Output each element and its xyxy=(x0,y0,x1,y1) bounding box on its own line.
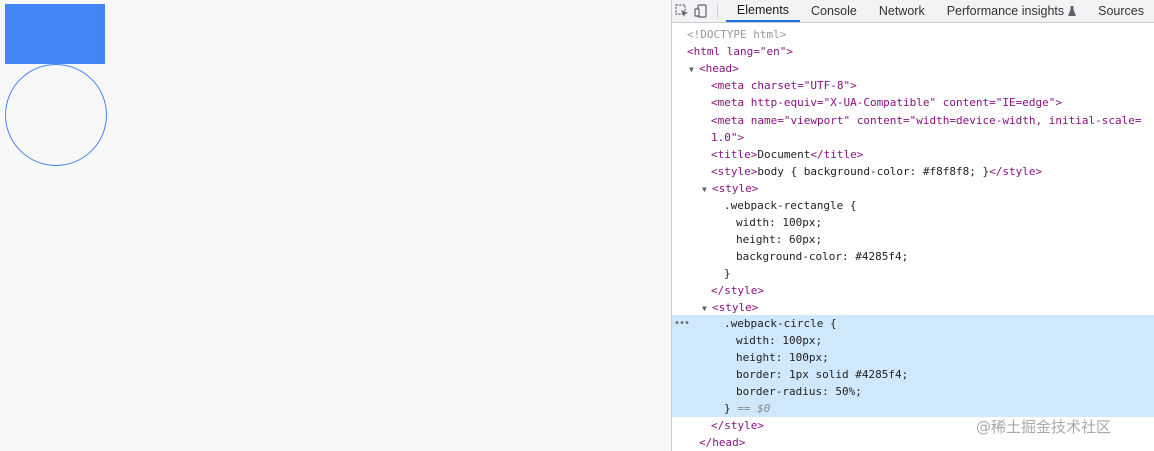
devtools-tabbar: Elements Console Network Performance ins… xyxy=(672,0,1154,23)
meta-charset-tag: <meta charset="UTF-8"> xyxy=(711,79,857,92)
inspect-element-icon[interactable] xyxy=(672,0,692,22)
more-options-icon[interactable]: ••• xyxy=(674,315,690,332)
style1-open-tag: <style> xyxy=(712,182,759,195)
devtools-panel: Elements Console Network Performance ins… xyxy=(671,0,1154,451)
expand-triangle-icon[interactable]: ▼ xyxy=(689,61,699,78)
css-rule-text: height: 100px; xyxy=(736,351,829,364)
dom-line-meta-charset[interactable]: <meta charset="UTF-8"> xyxy=(672,77,1154,94)
webpack-rectangle xyxy=(5,4,105,64)
css-rule-text: width: 100px; xyxy=(736,334,823,347)
dom-line-doctype[interactable]: <!DOCTYPE html> xyxy=(672,26,1154,43)
css-rule-line[interactable]: width: 100px; xyxy=(672,332,1154,349)
dom-line-meta-compat[interactable]: <meta http-equiv="X-UA-Compatible" conte… xyxy=(672,94,1154,111)
watermark: @稀土掘金技术社区 xyxy=(976,418,1112,436)
page-viewport xyxy=(0,0,671,451)
dom-line-title[interactable]: <title>Document</title> xyxy=(672,146,1154,163)
style-inline-text: body { background-color: #f8f8f8; } xyxy=(757,165,990,178)
css-rule-text: width: 100px; xyxy=(736,216,823,229)
css-rule-line[interactable]: width: 100px; xyxy=(672,214,1154,231)
title-open-tag: <title> xyxy=(711,148,758,161)
title-text: Document xyxy=(757,148,811,161)
toolbar-separator xyxy=(717,4,718,18)
css-rule-text: border: 1px solid #4285f4; xyxy=(736,368,909,381)
style2-open-tag: <style> xyxy=(712,301,759,314)
tab-network[interactable]: Network xyxy=(868,0,936,22)
css-rule-text: border-radius: 50%; xyxy=(736,385,862,398)
dom-line-meta-viewport-wrap[interactable]: 1.0"> xyxy=(672,129,1154,146)
style1-close-tag: </style> xyxy=(711,284,764,297)
css-rule-line[interactable]: border: 1px solid #4285f4; xyxy=(672,366,1154,383)
tab-elements[interactable]: Elements xyxy=(725,0,800,22)
css-rule-line[interactable]: height: 100px; xyxy=(672,349,1154,366)
title-close-tag: </title> xyxy=(810,148,864,161)
css-brace: } xyxy=(724,267,731,280)
meta-compat-tag: <meta http-equiv="X-UA-Compatible" conte… xyxy=(711,96,1062,109)
css-rule-text: height: 60px; xyxy=(736,233,823,246)
meta-viewport-tag-end: 1.0"> xyxy=(711,131,745,144)
head-close-tag: </head> xyxy=(699,436,746,449)
css-brace: } xyxy=(724,402,731,415)
dom-line-html[interactable]: <html lang="en"> xyxy=(672,43,1154,60)
style2-close-tag: </style> xyxy=(711,419,764,432)
css-rule-line[interactable]: border-radius: 50%; xyxy=(672,383,1154,400)
dom-line-style1[interactable]: ▼ <style> xyxy=(672,180,1154,197)
css-rule-line[interactable]: background-color: #4285f4; xyxy=(672,248,1154,265)
expand-triangle-icon[interactable]: ▼ xyxy=(702,181,712,198)
dom-tree: <!DOCTYPE html> <html lang="en"> ▼ <head>… xyxy=(672,23,1154,451)
css-selector-rectangle[interactable]: .webpack-rectangle { xyxy=(672,197,1154,214)
device-toggle-icon[interactable] xyxy=(692,0,712,22)
tab-sources[interactable]: Sources xyxy=(1087,0,1154,22)
meta-viewport-tag: <meta name="viewport" content="width=dev… xyxy=(711,114,1142,127)
dom-line-style1-close[interactable]: </style> xyxy=(672,282,1154,299)
css-selector-circle[interactable]: ••• .webpack-circle { xyxy=(672,315,1154,332)
tab-performance-insights-label: Performance insights xyxy=(946,4,1065,18)
html-open-tag: <html lang="en"> xyxy=(687,45,793,58)
head-open-tag: <head> xyxy=(699,62,739,75)
css-brace-line[interactable]: } == $0 xyxy=(672,400,1154,417)
webpack-circle xyxy=(5,64,107,166)
css-rule-text: background-color: #4285f4; xyxy=(736,250,909,263)
style-inline-close-tag: </style> xyxy=(989,165,1043,178)
tab-performance-insights[interactable]: Performance insights xyxy=(936,0,1087,22)
style-inline-open-tag: <style> xyxy=(711,165,758,178)
css-selector-text: .webpack-rectangle { xyxy=(724,199,857,212)
selected-node-marker: == $0 xyxy=(737,402,771,415)
dom-line-meta-viewport[interactable]: <meta name="viewport" content="width=dev… xyxy=(672,112,1154,129)
dom-line-style-inline[interactable]: <style>body { background-color: #f8f8f8;… xyxy=(672,163,1154,180)
tab-console[interactable]: Console xyxy=(800,0,868,22)
dom-line-style2[interactable]: ▼ <style> xyxy=(672,299,1154,316)
flask-icon xyxy=(1068,6,1077,16)
css-brace-line[interactable]: } xyxy=(672,265,1154,282)
css-selector-text: .webpack-circle { xyxy=(724,317,837,330)
doctype-text: <!DOCTYPE html> xyxy=(687,28,787,41)
css-rule-line[interactable]: height: 60px; xyxy=(672,231,1154,248)
dom-line-head[interactable]: ▼ <head> xyxy=(672,60,1154,77)
